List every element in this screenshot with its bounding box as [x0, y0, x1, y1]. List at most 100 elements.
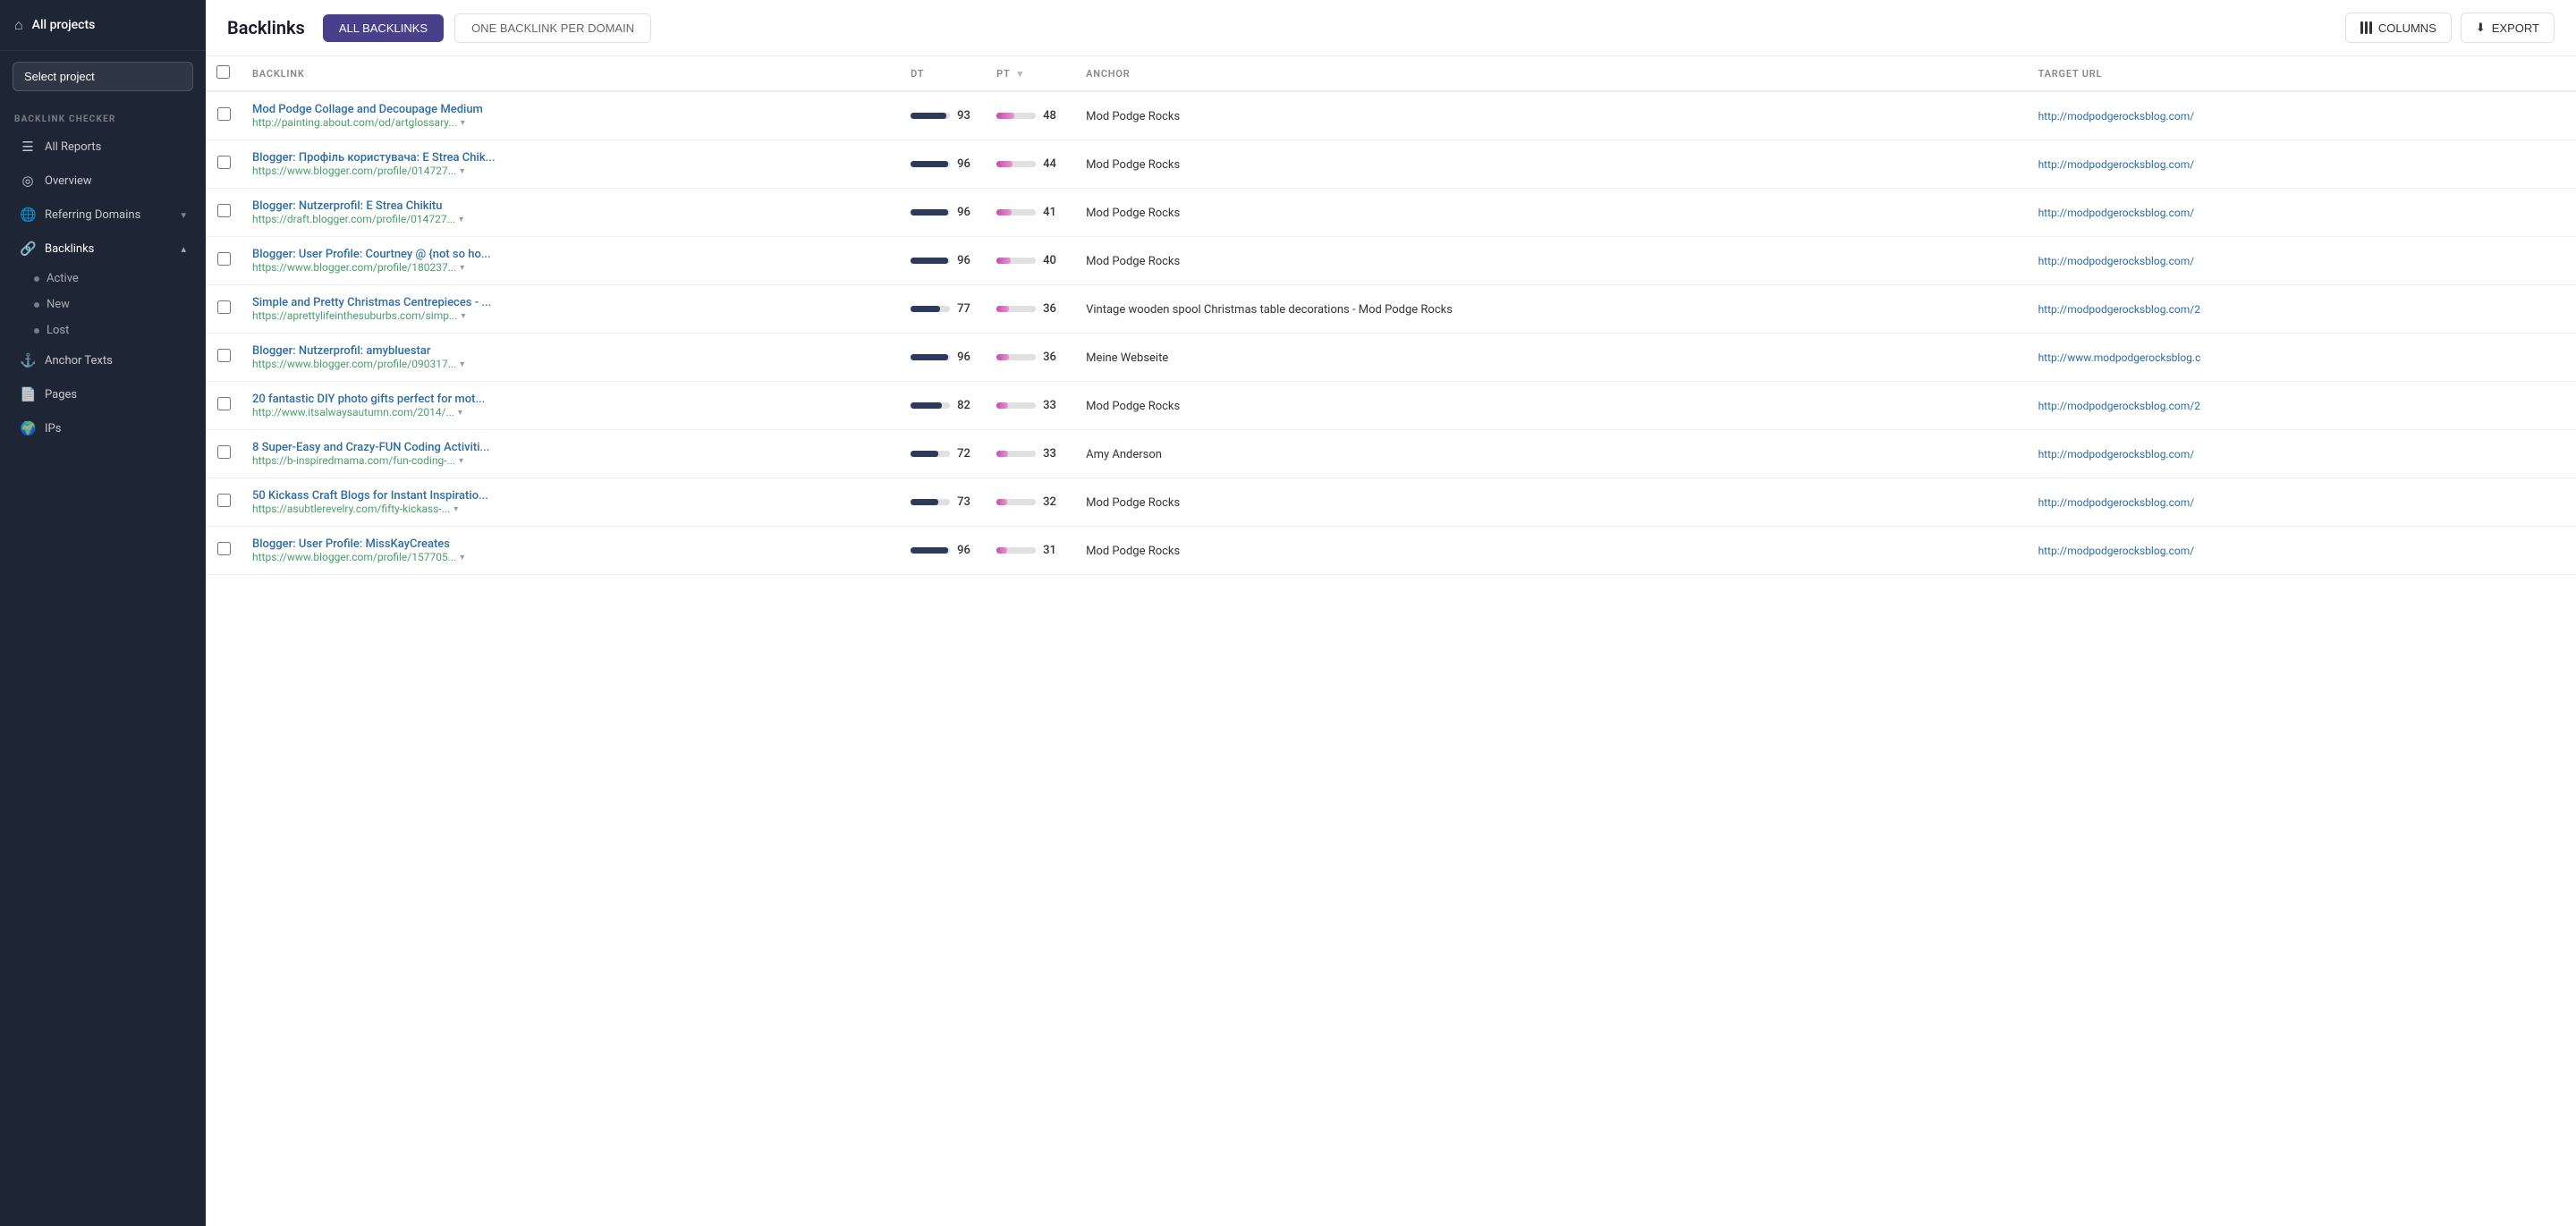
backlink-title-link[interactable]: Blogger: User Profile: Courtney @ {not s… — [252, 248, 574, 261]
row-checkbox[interactable] — [217, 494, 231, 507]
pt-cell: 41 — [986, 189, 1075, 237]
dt-bar-wrap — [911, 258, 950, 264]
header-target-url: TARGET URL — [2028, 56, 2576, 91]
target-url-link[interactable]: http://modpodgerocksblog.com/ — [2038, 207, 2307, 219]
dropdown-arrow-icon[interactable]: ▾ — [458, 408, 462, 418]
backlink-title-link[interactable]: 50 Kickass Craft Blogs for Instant Inspi… — [252, 489, 574, 503]
target-url-cell: http://modpodgerocksblog.com/ — [2028, 478, 2576, 527]
tab-all-backlinks[interactable]: ALL BACKLINKS — [323, 14, 444, 42]
sidebar-sub-new[interactable]: New — [0, 292, 206, 317]
target-url-link[interactable]: http://modpodgerocksblog.com/ — [2038, 496, 2307, 509]
header-pt[interactable]: PT ▾ — [986, 56, 1075, 91]
sidebar-item-pages[interactable]: 📄 Pages — [5, 378, 200, 410]
dt-score: 96 — [911, 254, 975, 267]
sidebar-item-backlinks[interactable]: 🔗 Backlinks ▴ — [5, 233, 200, 265]
table-row: Blogger: Профіль користувача: E Strea Ch… — [206, 140, 2576, 189]
sidebar-item-referring-domains[interactable]: 🌐 Referring Domains ▾ — [5, 199, 200, 231]
pages-label: Pages — [45, 388, 77, 402]
pt-cell: 32 — [986, 478, 1075, 527]
backlink-url-text: https://b-inspiredmama.com/fun-coding-..… — [252, 454, 455, 467]
header-dt[interactable]: DT — [900, 56, 986, 91]
row-checkbox[interactable] — [217, 445, 231, 459]
row-checkbox[interactable] — [217, 300, 231, 314]
backlink-url-text: http://painting.about.com/od/artglossary… — [252, 116, 457, 129]
backlink-title-link[interactable]: Simple and Pretty Christmas Centrepieces… — [252, 296, 574, 309]
dropdown-arrow-icon[interactable]: ▾ — [459, 215, 463, 224]
sidebar-item-ips[interactable]: 🌍 IPs — [5, 412, 200, 444]
row-checkbox[interactable] — [217, 397, 231, 410]
dropdown-arrow-icon[interactable]: ▾ — [460, 553, 464, 562]
pt-value: 31 — [1043, 544, 1061, 557]
target-url-link[interactable]: http://modpodgerocksblog.com/2 — [2038, 400, 2307, 412]
overview-label: Overview — [45, 174, 92, 188]
target-url-link[interactable]: http://www.modpodgerocksblog.c — [2038, 351, 2307, 364]
backlink-cell: Blogger: Nutzerprofil: amybluestar https… — [242, 334, 900, 382]
dot-icon — [34, 328, 39, 334]
sidebar-item-all-reports[interactable]: ☰ All Reports — [5, 131, 200, 163]
backlink-url-text: https://aprettylifeinthesuburbs.com/simp… — [252, 309, 457, 322]
pt-bar-wrap — [996, 354, 1036, 360]
target-url-link[interactable]: http://modpodgerocksblog.com/ — [2038, 545, 2307, 557]
dt-score: 96 — [911, 157, 975, 171]
dropdown-arrow-icon[interactable]: ▾ — [460, 359, 464, 369]
pt-bar — [996, 161, 1013, 167]
target-url-cell: http://www.modpodgerocksblog.c — [2028, 334, 2576, 382]
dropdown-arrow-icon[interactable]: ▾ — [459, 456, 463, 466]
select-all-checkbox[interactable] — [216, 65, 230, 79]
backlink-title-link[interactable]: Blogger: Профіль користувача: E Strea Ch… — [252, 151, 574, 165]
backlink-url: http://painting.about.com/od/artglossary… — [252, 116, 574, 129]
backlink-title-link[interactable]: 20 fantastic DIY photo gifts perfect for… — [252, 393, 574, 406]
backlink-cell: Simple and Pretty Christmas Centrepieces… — [242, 285, 900, 334]
row-checkbox[interactable] — [217, 156, 231, 169]
backlink-title-link[interactable]: Blogger: Nutzerprofil: E Strea Chikitu — [252, 199, 574, 213]
export-icon: ⬇ — [2476, 21, 2486, 35]
backlink-title-link[interactable]: Blogger: User Profile: MissKayCreates — [252, 537, 574, 551]
sidebar-item-anchor-texts[interactable]: ⚓ Anchor Texts — [5, 344, 200, 376]
dropdown-arrow-icon[interactable]: ▾ — [453, 504, 458, 514]
sidebar-sub-active[interactable]: Active — [0, 266, 206, 292]
target-url-link[interactable]: http://modpodgerocksblog.com/ — [2038, 158, 2307, 171]
backlink-url-text: https://www.blogger.com/profile/090317..… — [252, 358, 456, 370]
export-button[interactable]: ⬇ EXPORT — [2461, 13, 2555, 43]
table-row: Blogger: Nutzerprofil: amybluestar https… — [206, 334, 2576, 382]
dropdown-arrow-icon[interactable]: ▾ — [461, 311, 465, 321]
dropdown-arrow-icon[interactable]: ▾ — [461, 118, 465, 128]
backlink-checker-section-label: BACKLINK CHECKER — [0, 102, 206, 130]
pt-cell: 40 — [986, 237, 1075, 285]
dt-score: 73 — [911, 495, 975, 509]
pt-bar-wrap — [996, 547, 1036, 554]
row-checkbox[interactable] — [217, 349, 231, 362]
target-url-link[interactable]: http://modpodgerocksblog.com/ — [2038, 110, 2307, 123]
sidebar-sub-lost[interactable]: Lost — [0, 317, 206, 343]
row-checkbox-cell — [206, 382, 242, 430]
dt-bar — [911, 306, 940, 312]
backlink-title-link[interactable]: Mod Podge Collage and Decoupage Medium — [252, 103, 574, 116]
pt-value: 44 — [1043, 157, 1061, 171]
dropdown-arrow-icon[interactable]: ▾ — [460, 166, 464, 176]
backlink-url-text: https://www.blogger.com/profile/157705..… — [252, 551, 456, 563]
target-url-link[interactable]: http://modpodgerocksblog.com/ — [2038, 255, 2307, 267]
table-row: 50 Kickass Craft Blogs for Instant Inspi… — [206, 478, 2576, 527]
sidebar-item-overview[interactable]: ◎ Overview — [5, 165, 200, 197]
row-checkbox[interactable] — [217, 542, 231, 555]
project-select-wrapper[interactable]: Select project — [13, 62, 193, 91]
backlink-title-link[interactable]: Blogger: Nutzerprofil: amybluestar — [252, 344, 574, 358]
row-checkbox[interactable] — [217, 204, 231, 217]
dt-bar — [911, 113, 946, 119]
sidebar-header[interactable]: ⌂ All projects — [0, 0, 206, 51]
project-select-input[interactable]: Select project — [13, 62, 193, 91]
row-checkbox[interactable] — [217, 252, 231, 266]
tab-one-per-domain[interactable]: ONE BACKLINK PER DOMAIN — [454, 13, 651, 43]
backlink-title-link[interactable]: 8 Super-Easy and Crazy-FUN Coding Activi… — [252, 441, 574, 454]
anchor-cell: Mod Podge Rocks — [1075, 382, 2027, 430]
dropdown-arrow-icon[interactable]: ▾ — [460, 263, 464, 273]
backlink-url-text: https://draft.blogger.com/profile/014727… — [252, 213, 455, 225]
columns-button[interactable]: COLUMNS — [2345, 13, 2452, 43]
pt-cell: 36 — [986, 285, 1075, 334]
pt-score: 44 — [996, 157, 1064, 171]
backlink-url: https://aprettylifeinthesuburbs.com/simp… — [252, 309, 574, 322]
pt-bar — [996, 306, 1009, 312]
target-url-link[interactable]: http://modpodgerocksblog.com/2 — [2038, 303, 2307, 316]
target-url-link[interactable]: http://modpodgerocksblog.com/ — [2038, 448, 2307, 461]
row-checkbox[interactable] — [217, 107, 231, 121]
